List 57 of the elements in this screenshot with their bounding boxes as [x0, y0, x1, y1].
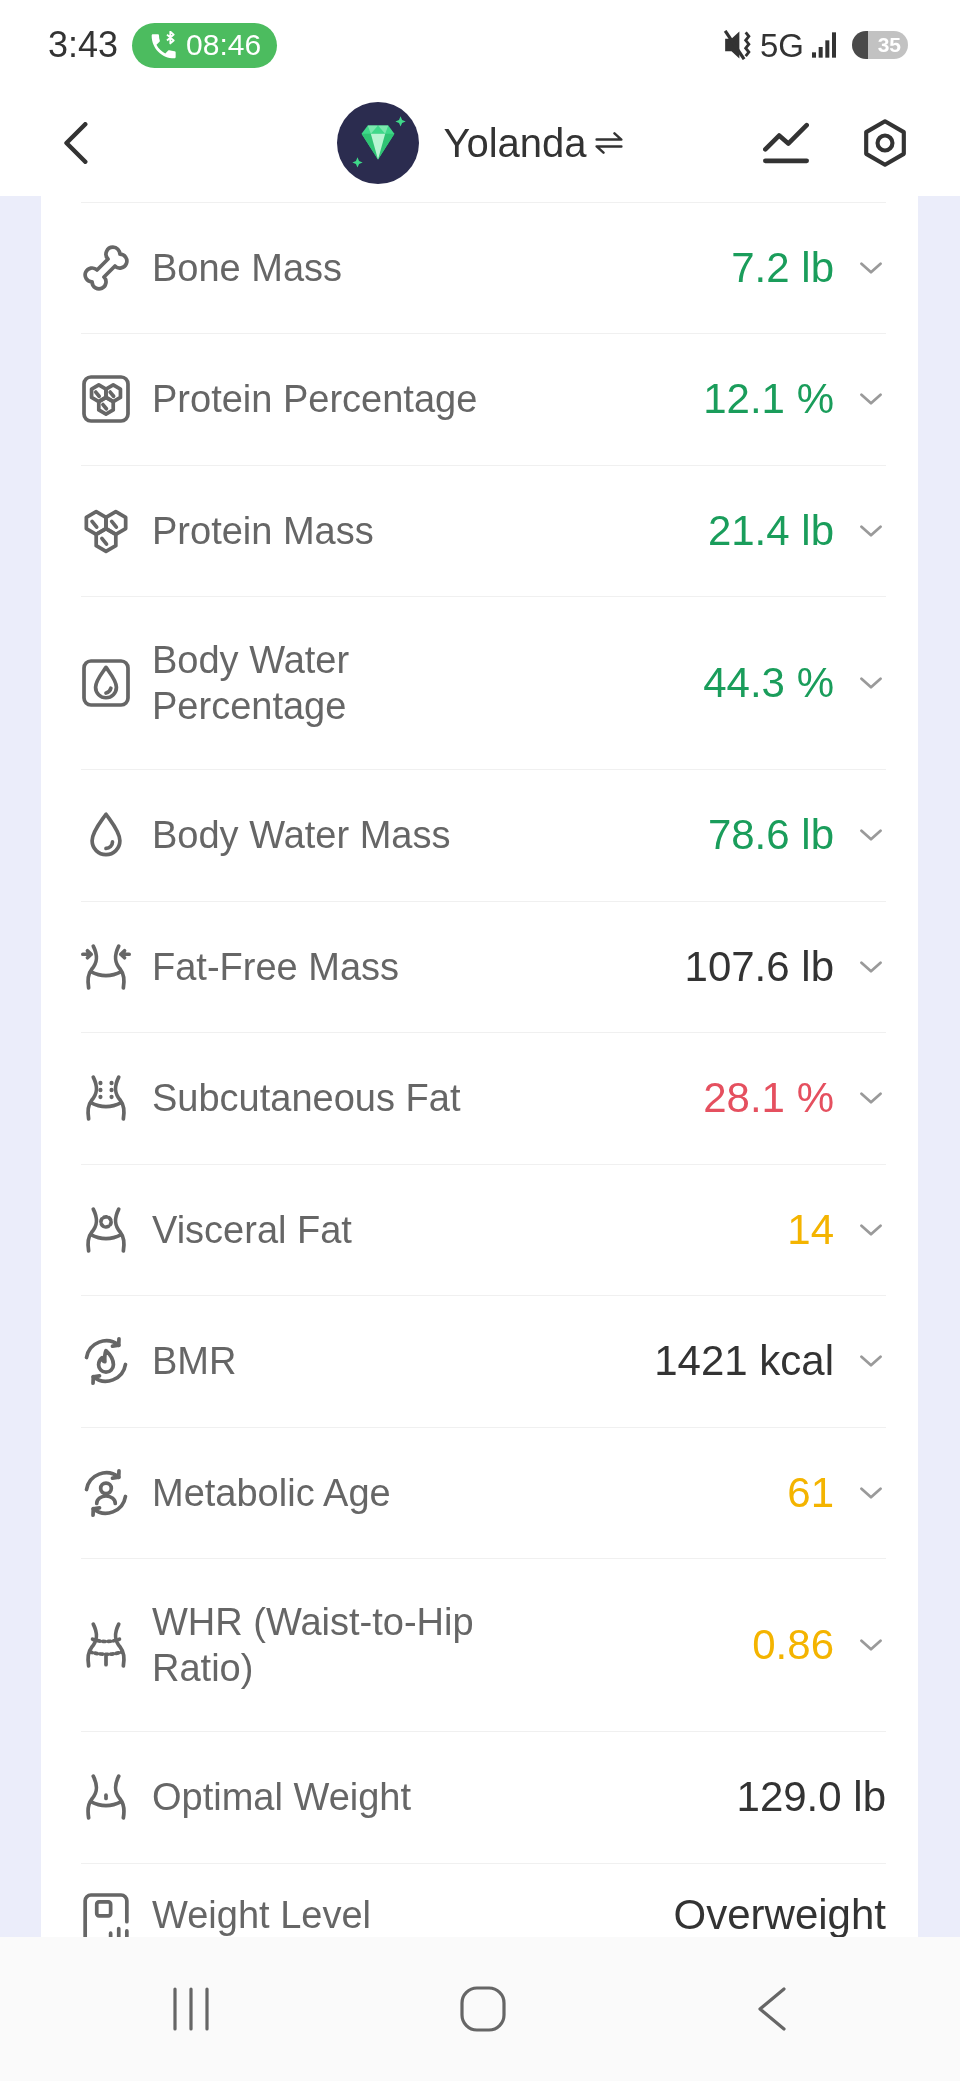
metric-value: 21.4 lb [707, 507, 834, 554]
metric-label: Protein Percentage [152, 377, 478, 423]
chevron-down-icon[interactable] [860, 1639, 882, 1651]
status-time: 3:43 [48, 27, 119, 63]
network-type: 5G [759, 28, 804, 62]
metric-label: Metabolic Age [152, 1470, 391, 1516]
metric-label: Visceral Fat [152, 1207, 352, 1253]
metric-value: Overweight [673, 1891, 886, 1937]
metric-label: Subcutaneous Fat [152, 1076, 461, 1122]
chevron-down-icon[interactable] [860, 829, 882, 842]
chevron-down-icon[interactable] [860, 1223, 882, 1236]
chevron-down-icon[interactable] [860, 1486, 882, 1499]
metric-value: 107.6 lb [684, 943, 834, 990]
bluetooth-phone-icon [150, 31, 179, 59]
metric-value: 0.86 [752, 1622, 834, 1668]
droplet-square-icon [81, 658, 131, 708]
scale-bars-icon [81, 1891, 131, 1937]
chevron-down-icon[interactable] [860, 524, 882, 537]
chevron-down-icon[interactable] [860, 677, 882, 689]
recent-apps-icon[interactable] [173, 1987, 210, 2031]
metric-label: Optimal Weight [152, 1775, 412, 1821]
chevron-down-icon[interactable] [860, 1355, 882, 1368]
chevron-down-icon[interactable] [860, 262, 882, 274]
chevron-down-icon[interactable] [860, 1092, 882, 1105]
metric-label: Weight Level [152, 1892, 371, 1937]
metric-label: Protein Mass [152, 508, 374, 554]
metric-value: 7.2 lb [731, 245, 834, 291]
metric-value: 129.0 lb [736, 1774, 886, 1821]
metric-value: 14 [787, 1206, 834, 1253]
torso-arrows-icon [81, 941, 131, 992]
battery-indicator: 35 [852, 31, 908, 59]
metric-value: 78.6 lb [707, 812, 834, 859]
trend-chart-icon[interactable] [763, 122, 809, 164]
home-icon[interactable] [460, 1986, 506, 2032]
chevron-down-icon[interactable] [860, 960, 882, 973]
metric-label: Body Water Mass [152, 813, 451, 859]
metric-label: Body Water Percentage [152, 638, 351, 729]
signal-icon [812, 31, 836, 59]
diamond-avatar-icon[interactable] [337, 102, 420, 184]
metric-value: 12.1 % [703, 376, 834, 423]
chevron-down-icon[interactable] [860, 393, 882, 406]
hexagons-square-icon [81, 374, 131, 425]
muted-speaker-icon [721, 30, 752, 60]
back-icon[interactable] [64, 122, 88, 164]
settings-icon[interactable] [863, 119, 907, 167]
metric-value: 61 [787, 1469, 834, 1516]
back-icon[interactable] [756, 1987, 787, 2031]
swap-icon[interactable] [594, 132, 623, 154]
metric-label: BMR [152, 1339, 237, 1385]
bone-icon [81, 243, 131, 293]
metric-label: Fat-Free Mass [152, 944, 400, 990]
metric-value: 1421 kcal [654, 1338, 834, 1385]
metric-value: 28.1 % [703, 1075, 834, 1122]
user-name[interactable]: Yolanda [443, 123, 587, 163]
metric-label: WHR (Waist-to-Hip Ratio) [152, 1600, 475, 1691]
metric-value: 44.3 % [703, 660, 834, 706]
metric-label: Bone Mass [152, 246, 343, 291]
